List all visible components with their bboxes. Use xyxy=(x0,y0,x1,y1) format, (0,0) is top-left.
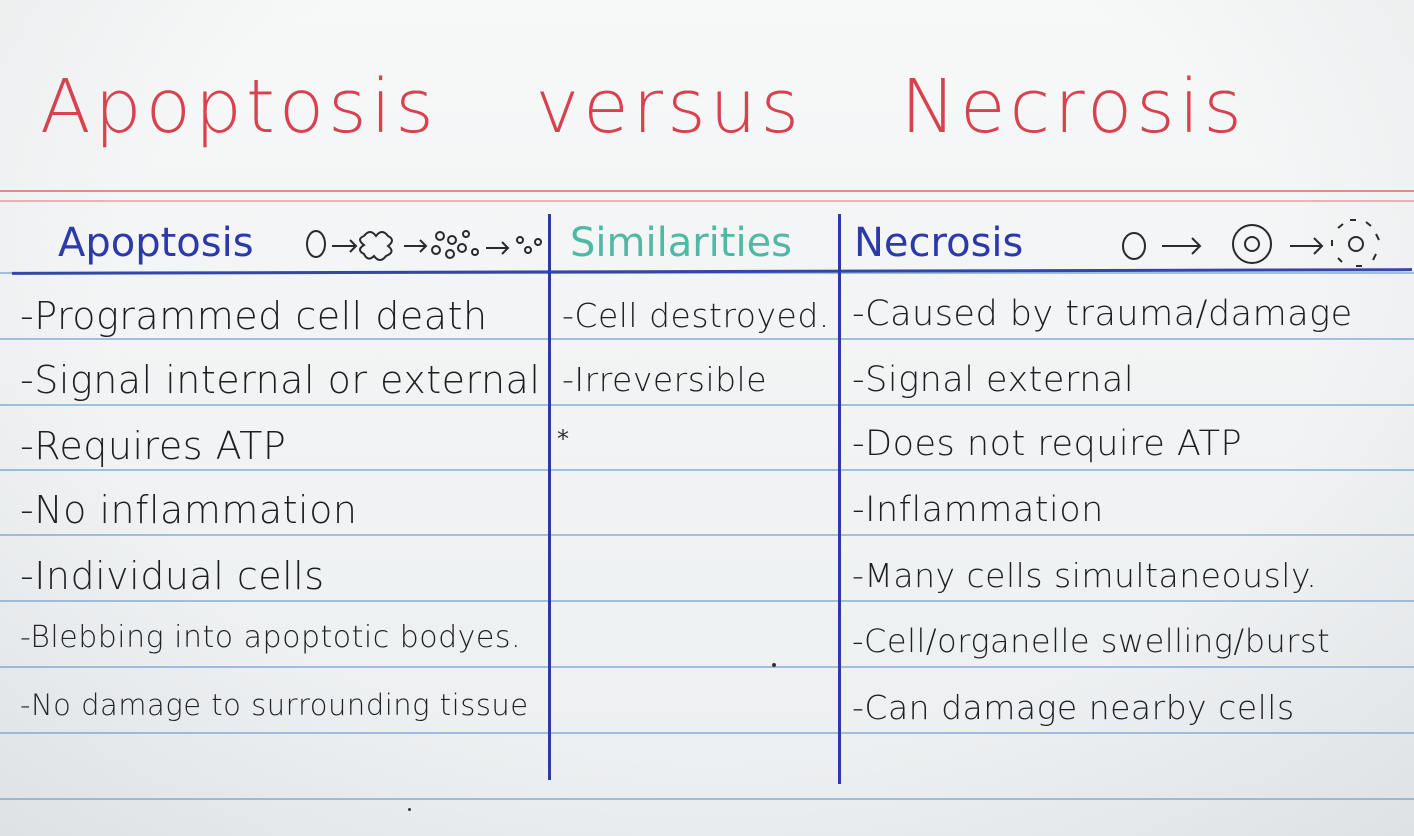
index-card: Apoptosis versus Necrosis Apoptosis Simi… xyxy=(0,0,1414,836)
red-margin-line xyxy=(0,190,1414,192)
necrosis-item: -Cell/organelle swelling/burst xyxy=(852,622,1331,660)
ruled-line xyxy=(0,469,1414,471)
ruled-line xyxy=(0,404,1414,406)
apoptosis-item: -Individual cells xyxy=(20,554,325,598)
card-title: Apoptosis versus Necrosis xyxy=(40,64,1316,150)
apoptosis-item: -No inflammation xyxy=(20,488,358,532)
apoptosis-item: -No damage to surrounding tissue xyxy=(20,688,529,722)
necrosis-diagram-sketch xyxy=(1122,219,1380,267)
apoptosis-item: -Requires ATP xyxy=(20,424,287,468)
ruled-line xyxy=(0,534,1414,536)
ink-dot xyxy=(408,808,411,811)
red-margin-line-2 xyxy=(0,200,1414,202)
necrosis-item: -Caused by trauma/damage xyxy=(852,294,1353,334)
title-necrosis: Necrosis xyxy=(900,64,1246,150)
ruled-line xyxy=(0,798,1414,800)
star-mark: * xyxy=(557,425,569,453)
necrosis-item: -Signal external xyxy=(852,360,1135,400)
necrosis-item: -Many cells simultaneously. xyxy=(852,556,1318,595)
column-divider-left xyxy=(548,214,551,780)
necrosis-item: -Inflammation xyxy=(852,490,1104,530)
heading-apoptosis: Apoptosis xyxy=(58,220,254,266)
ruled-line xyxy=(0,666,1414,668)
ruled-line xyxy=(0,338,1414,340)
column-divider-right xyxy=(838,214,841,784)
apoptosis-item: -Programmed cell death xyxy=(20,294,488,338)
title-versus: versus xyxy=(535,64,804,150)
apoptosis-item: -Blebbing into apoptotic bodyes. xyxy=(20,620,522,655)
apoptosis-item: -Signal internal or external xyxy=(20,358,541,402)
ruled-line xyxy=(0,600,1414,602)
title-apoptosis: Apoptosis xyxy=(40,64,438,150)
similarities-item: -Irreversible xyxy=(562,360,768,399)
heading-necrosis: Necrosis xyxy=(854,220,1024,266)
ruled-line xyxy=(0,732,1414,734)
necrosis-item: -Does not require ATP xyxy=(852,424,1243,464)
necrosis-item: -Can damage nearby cells xyxy=(852,688,1295,727)
heading-similarities: Similarities xyxy=(570,220,793,266)
ink-dot xyxy=(772,663,776,667)
apoptosis-diagram-sketch xyxy=(306,230,542,261)
similarities-item: -Cell destroyed. xyxy=(562,296,830,335)
